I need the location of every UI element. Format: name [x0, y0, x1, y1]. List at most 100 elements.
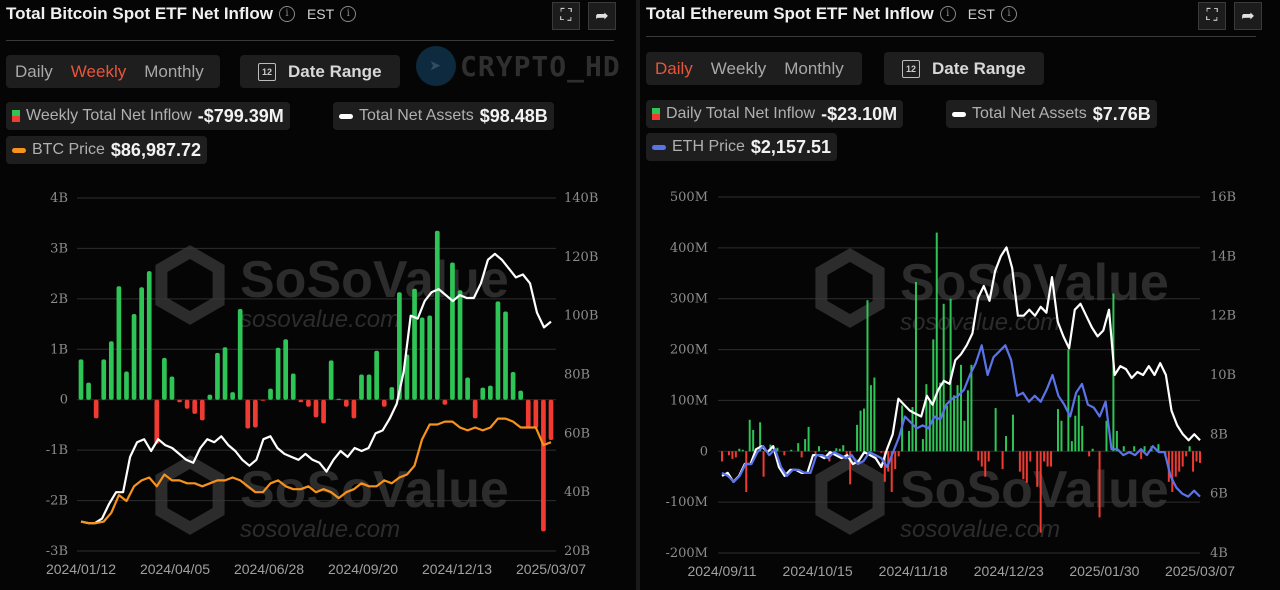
btc-inflow-bar	[260, 399, 266, 401]
eth-inflow-bar	[911, 407, 914, 452]
eth-inflow-bar	[1133, 446, 1136, 452]
btc-inflow-bar	[283, 339, 289, 400]
eth-inflow-bar	[1070, 441, 1073, 452]
watermark-brand: SoSoValue	[900, 254, 1169, 312]
btc-y-left-tick: 4B	[50, 191, 68, 206]
btc-x-tick: 2024/09/20	[328, 561, 398, 577]
watermark-brand: SoSoValue	[240, 251, 509, 309]
btc-watermark: SoSoValuesosovalue.com	[155, 245, 509, 333]
btc-inflow-bar	[533, 399, 539, 428]
btc-inflow-bar	[253, 399, 258, 428]
eth-inflow-bar	[1181, 451, 1184, 467]
sosovalue-logo-icon	[155, 455, 225, 535]
eth-inflow-bar	[1171, 451, 1174, 492]
eth-y-right-tick: 10B	[1210, 368, 1236, 383]
eth-x-tick: 2024/10/15	[783, 563, 853, 579]
eth-y-left-tick: 400M	[670, 241, 708, 256]
eth-inflow-bar	[1074, 415, 1077, 452]
eth-inflow-bar	[925, 384, 928, 452]
eth-y-right-tick: 8B	[1210, 427, 1228, 442]
eth-inflow-bar	[866, 300, 869, 452]
eth-y-right-tick: 4B	[1210, 546, 1228, 561]
btc-inflow-bar	[146, 271, 152, 400]
eth-inflow-bar	[838, 448, 841, 452]
eth-inflow-bar	[984, 451, 987, 477]
eth-inflow-bar	[1046, 451, 1049, 467]
btc-inflow-bar	[124, 371, 129, 400]
eth-inflow-bar	[804, 439, 807, 452]
btc-chart[interactable]: -3B -2B -1B 0 1B 2B 3B 4B 20B 40B 60B 80B 100B 120B 14…	[0, 0, 636, 590]
eth-y-left-tick: 0	[700, 444, 708, 459]
btc-inflow-bar	[290, 373, 296, 400]
eth-inflow-bar	[1011, 414, 1014, 452]
btc-inflow-bar	[412, 288, 417, 400]
eth-y-right-tick: 16B	[1210, 190, 1236, 205]
eth-y-right-tick: 14B	[1210, 249, 1236, 264]
eth-inflow-bar	[921, 439, 924, 452]
eth-inflow-bar	[932, 339, 935, 452]
btc-inflow-bar	[93, 399, 99, 419]
eth-inflow-bar	[1091, 448, 1094, 452]
btc-inflow-bar	[328, 360, 334, 400]
btc-inflow-bar	[351, 399, 357, 419]
eth-inflow-bar	[1122, 446, 1125, 452]
eth-inflow-bar	[1192, 451, 1195, 472]
eth-inflow-bar	[1056, 409, 1059, 452]
eth-inflow-bar	[738, 448, 741, 452]
eth-inflow-bar	[727, 451, 730, 456]
btc-inflow-bar	[343, 399, 349, 407]
eth-inflow-bar	[963, 420, 966, 452]
eth-inflow-bar	[908, 430, 911, 452]
btc-inflow-bar	[108, 341, 114, 400]
eth-inflow-bar	[1188, 446, 1191, 452]
eth-inflow-bar	[1029, 451, 1032, 462]
btc-y-left-tick: -2B	[46, 494, 68, 509]
eth-inflow-bar	[953, 395, 956, 452]
btc-inflow-bar	[366, 374, 372, 400]
eth-inflow-bar	[1195, 451, 1198, 462]
eth-y-right-tick: 12B	[1210, 309, 1236, 324]
eth-inflow-bar	[800, 451, 803, 458]
btc-x-tick: 2025/03/07	[516, 561, 586, 577]
eth-inflow-bar	[1098, 451, 1101, 518]
watermark-brand: SoSoValue	[240, 461, 509, 519]
btc-inflow-bar	[215, 352, 220, 400]
btc-inflow-bar	[525, 399, 531, 428]
eth-inflow-bar	[734, 451, 737, 458]
eth-inflow-bar	[1050, 451, 1053, 467]
btc-inflow-bar	[434, 230, 440, 400]
btc-inflow-bar	[419, 317, 425, 400]
btc-inflow-bar	[495, 301, 501, 400]
btc-y-left-tick: 3B	[50, 241, 68, 256]
eth-inflow-bar	[1022, 451, 1025, 480]
eth-inflow-bar	[824, 450, 827, 452]
eth-x-tick: 2024/11/18	[879, 563, 948, 579]
eth-inflow-bar	[1039, 451, 1042, 533]
eth-inflow-bar	[1199, 451, 1201, 463]
btc-x-tick: 2024/06/28	[234, 561, 304, 577]
btc-inflow-bar	[488, 385, 493, 400]
eth-inflow-bar	[1060, 420, 1063, 452]
eth-inflow-bar	[970, 364, 973, 452]
eth-y-left-tick: 300M	[670, 292, 708, 307]
btc-y-left-tick: 1B	[50, 342, 68, 357]
eth-inflow-bar	[741, 449, 744, 452]
eth-x-tick: 2025/03/07	[1165, 563, 1235, 579]
btc-y-right-tick: 140B	[564, 191, 598, 206]
eth-inflow-bar	[783, 451, 786, 456]
btc-x-tick: 2024/12/13	[422, 561, 492, 577]
btc-inflow-bar	[192, 399, 198, 414]
btc-inflow-bar	[457, 290, 463, 400]
eth-inflow-bar	[1043, 451, 1046, 462]
eth-inflow-bar	[1036, 451, 1039, 487]
btc-y-right-tick: 80B	[564, 368, 590, 383]
eth-inflow-bar	[817, 446, 820, 452]
btc-y-right-tick: 100B	[564, 309, 598, 324]
eth-inflow-bar	[873, 377, 876, 452]
eth-chart[interactable]: -200M -100M 0 100M 200M 300M 400M 500M 4B 6B 8B 10B…	[640, 0, 1280, 590]
eth-inflow-bar	[1105, 420, 1108, 452]
btc-inflow-bar	[472, 399, 478, 419]
eth-inflow-bar	[748, 419, 751, 452]
eth-inflow-bar	[994, 408, 997, 452]
btc-x-tick: 2024/01/12	[46, 561, 116, 577]
